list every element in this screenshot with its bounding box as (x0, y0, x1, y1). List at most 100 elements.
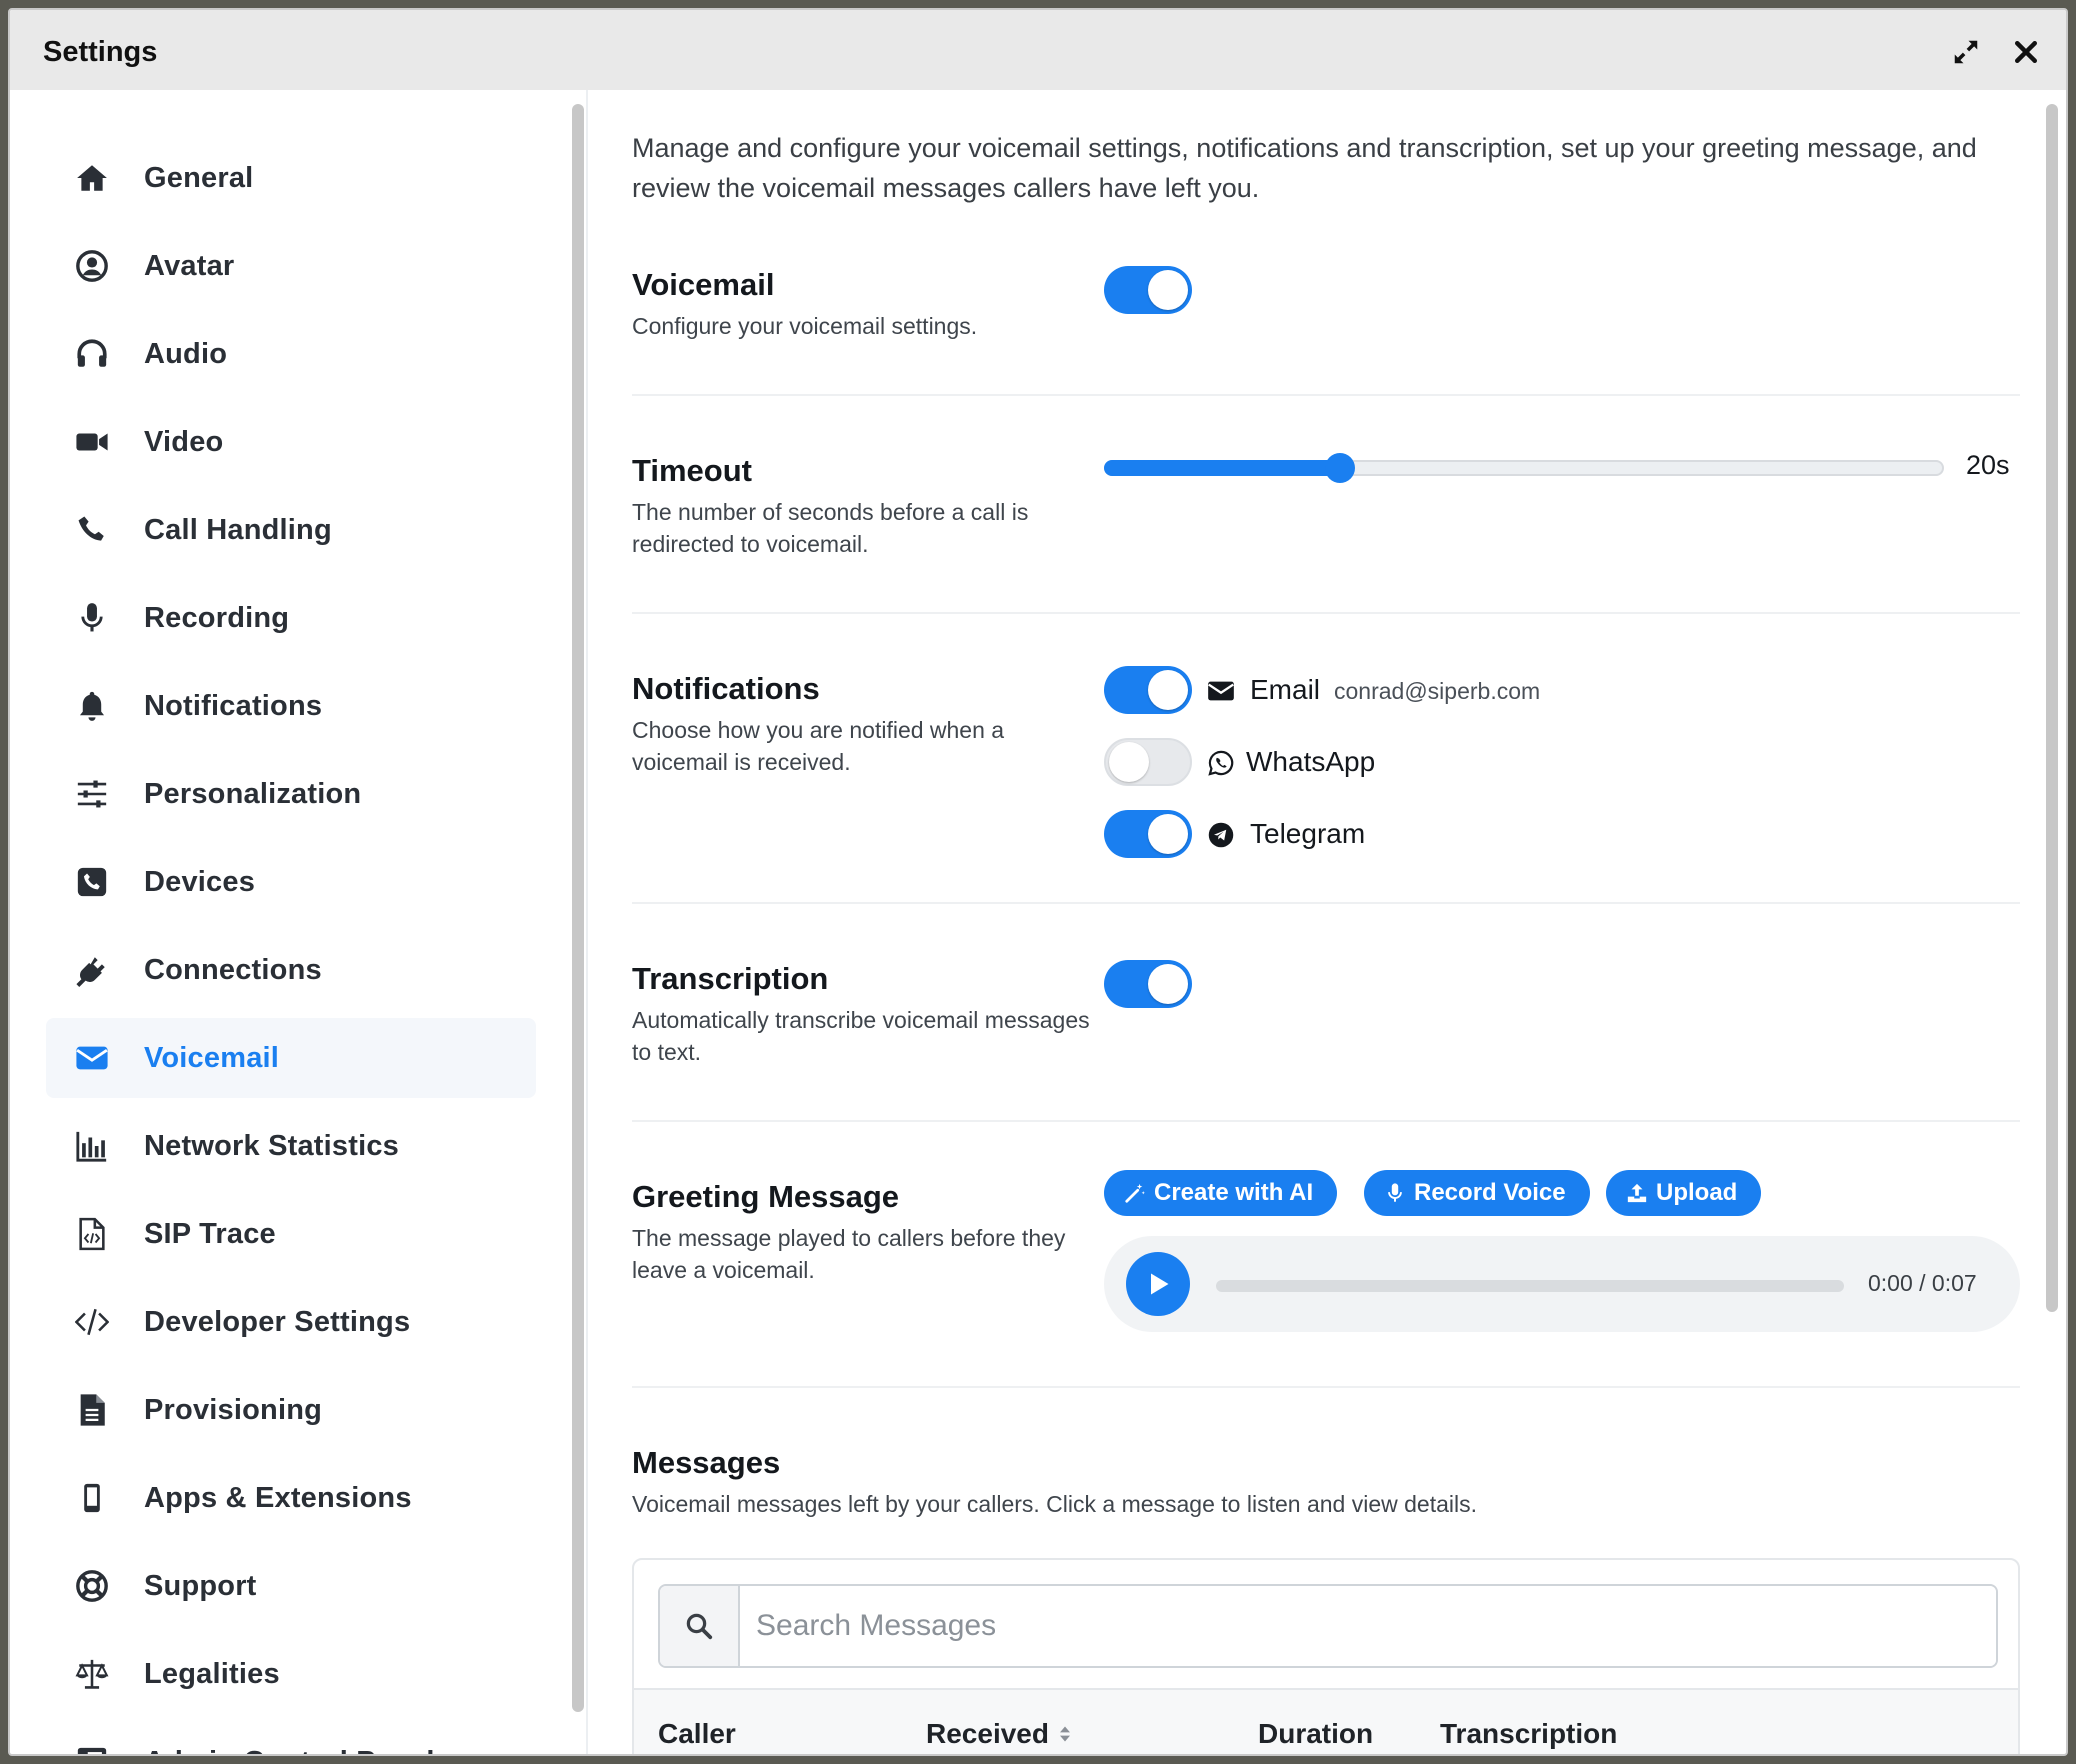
telegram-label: Telegram (1250, 818, 1366, 849)
play-icon (1151, 1273, 1169, 1295)
sidebar-item-devices[interactable]: Devices (46, 842, 536, 922)
bar-chart-icon (74, 1128, 110, 1164)
email-address: conrad@siperb.com (1334, 678, 1541, 704)
sidebar-item-connections[interactable]: Connections (46, 930, 536, 1010)
home-icon (74, 160, 110, 196)
sidebar-item-apps-extensions[interactable]: Apps & Extensions (46, 1458, 536, 1538)
envelope-icon (1206, 676, 1236, 706)
sidebar-item-voicemail[interactable]: Voicemail (46, 1018, 536, 1098)
sidebar-item-sip-trace[interactable]: SIP Trace (46, 1194, 536, 1274)
messages-table-header: Caller Received Duration Transcription (634, 1688, 2018, 1754)
greeting-title: Greeting Message (632, 1179, 900, 1214)
timeout-desc: The number of seconds before a call is r… (632, 499, 1029, 557)
voicemail-toggle[interactable] (1104, 266, 1192, 314)
notifications-desc: Choose how you are notified when a voice… (632, 717, 1005, 775)
sidebar-item-provisioning[interactable]: Provisioning (46, 1370, 536, 1450)
sidebar-item-general[interactable]: General (46, 138, 536, 218)
upload-label: Upload (1656, 1179, 1738, 1206)
greeting-audio-player: 0:00 / 0:07 (1104, 1236, 2020, 1332)
toggle-knob (1109, 742, 1149, 782)
record-voice-button[interactable]: Record Voice (1364, 1170, 1590, 1216)
create-with-ai-button[interactable]: Create with AI (1104, 1170, 1338, 1216)
upload-icon (1627, 1183, 1647, 1203)
sidebar-item-avatar[interactable]: Avatar (46, 226, 536, 306)
envelope-icon (74, 1040, 110, 1076)
sidebar-item-label: Recording (144, 601, 290, 634)
sidebar-item-label: Avatar (144, 249, 235, 282)
column-received[interactable]: Received (926, 1718, 1075, 1750)
timeout-slider[interactable] (1104, 453, 1944, 483)
transcription-toggle[interactable] (1104, 960, 1192, 1008)
sidebar-item-label: Voicemail (144, 1041, 280, 1074)
whatsapp-label: WhatsApp (1246, 746, 1376, 777)
sidebar-item-legalities[interactable]: Legalities (46, 1634, 536, 1714)
close-button[interactable] (2008, 34, 2044, 70)
sidebar-item-support[interactable]: Support (46, 1546, 536, 1626)
column-caller[interactable]: Caller (658, 1718, 736, 1750)
sidebar-item-admin-control-panel[interactable]: Admin Control Panel (46, 1722, 536, 1754)
toggle-knob (1148, 814, 1188, 854)
sidebar-item-audio[interactable]: Audio (46, 314, 536, 394)
sidebar-item-label: Call Handling (144, 513, 332, 546)
sidebar-item-label: Notifications (144, 689, 323, 722)
column-duration[interactable]: Duration (1258, 1718, 1373, 1750)
sidebar-item-personalization[interactable]: Personalization (46, 754, 536, 834)
sidebar: General Avatar Audio Video Call Handling… (10, 90, 588, 1754)
create-with-ai-label: Create with AI (1154, 1179, 1314, 1206)
email-label: Email (1250, 674, 1321, 705)
sidebar-item-network-statistics[interactable]: Network Statistics (46, 1106, 536, 1186)
section-divider (632, 1120, 2020, 1122)
whatsapp-toggle[interactable] (1104, 738, 1192, 786)
scale-icon (74, 1656, 110, 1692)
upload-button[interactable]: Upload (1606, 1170, 1762, 1216)
sidebar-item-notifications[interactable]: Notifications (46, 666, 536, 746)
sidebar-item-label: Admin Control Panel (144, 1746, 435, 1755)
playback-time: 0:00 / 0:07 (1868, 1270, 1977, 1296)
voicemail-settings-panel: Manage and configure your voicemail sett… (590, 90, 2066, 1754)
section-divider (632, 902, 2020, 904)
window-title: Settings (43, 36, 158, 68)
toggle-knob (1148, 964, 1188, 1004)
sidebar-item-label: Personalization (144, 777, 362, 810)
sidebar-item-video[interactable]: Video (46, 402, 536, 482)
phone-square-icon (74, 864, 110, 900)
video-camera-icon (74, 424, 110, 460)
sidebar-item-label: Network Statistics (144, 1129, 400, 1162)
sidebar-item-call-handling[interactable]: Call Handling (46, 490, 536, 570)
playback-progress-bar[interactable] (1216, 1280, 1844, 1292)
transcription-desc: Automatically transcribe voicemail messa… (632, 1007, 1090, 1065)
microphone-icon (1388, 1183, 1402, 1202)
sidebar-item-label: General (144, 161, 254, 194)
section-divider (632, 612, 2020, 614)
code-icon (74, 1304, 110, 1340)
content-scrollbar[interactable] (2046, 104, 2058, 1312)
whatsapp-icon (1206, 748, 1236, 778)
greeting-desc: The message played to callers before the… (632, 1225, 1066, 1283)
transcription-title: Transcription (632, 961, 829, 996)
sidebar-item-label: Apps & Extensions (144, 1481, 412, 1514)
sidebar-item-developer-settings[interactable]: Developer Settings (46, 1282, 536, 1362)
telegram-toggle[interactable] (1104, 810, 1192, 858)
close-icon (2015, 41, 2037, 63)
sidebar-item-label: Video (144, 425, 224, 458)
sidebar-item-label: Legalities (144, 1657, 280, 1690)
magic-wand-icon (1125, 1183, 1145, 1203)
email-toggle[interactable] (1104, 666, 1192, 714)
sidebar-item-label: Support (144, 1569, 257, 1602)
timeout-value: 20s (1966, 450, 2010, 480)
admin-icon (74, 1744, 110, 1754)
expand-icon (1954, 40, 1978, 64)
sidebar-scrollbar[interactable] (572, 104, 584, 1712)
mobile-icon (74, 1480, 110, 1516)
expand-button[interactable] (1948, 34, 1984, 70)
column-transcription[interactable]: Transcription (1440, 1718, 1617, 1750)
voicemail-desc: Configure your voicemail settings. (632, 313, 978, 339)
slider-thumb[interactable] (1325, 453, 1356, 483)
timeout-title: Timeout (632, 453, 752, 488)
voicemail-title: Voicemail (632, 267, 775, 302)
sort-icon (1059, 1726, 1070, 1742)
play-button[interactable] (1126, 1252, 1190, 1316)
sidebar-item-recording[interactable]: Recording (46, 578, 536, 658)
search-icon (660, 1586, 740, 1666)
search-messages-input[interactable] (740, 1586, 1996, 1666)
